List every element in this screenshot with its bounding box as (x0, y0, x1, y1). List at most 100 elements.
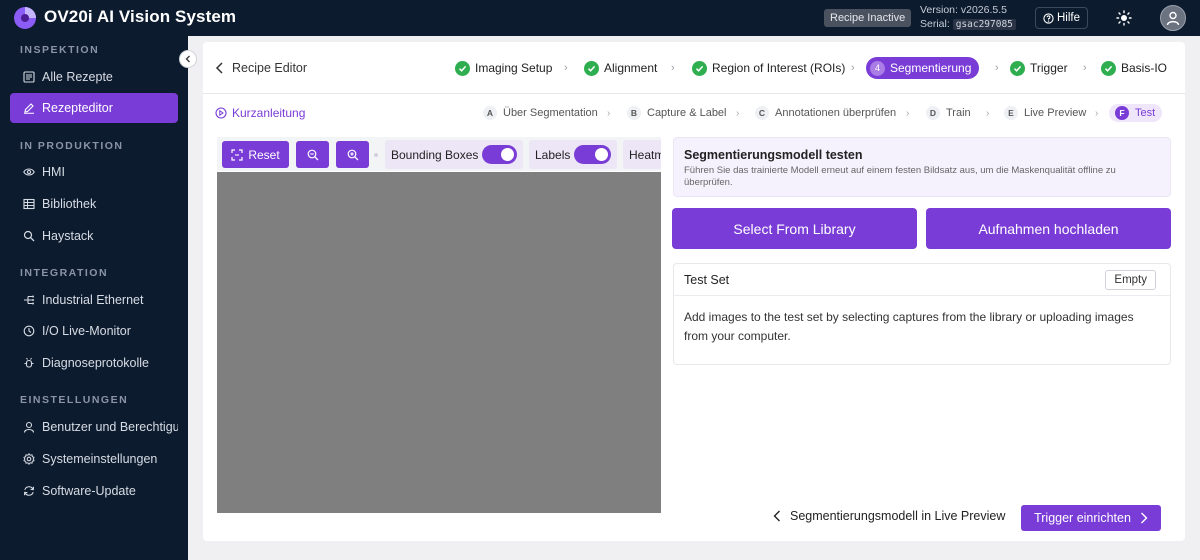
sidebar-item-io-live-monitor[interactable]: I/O Live-Monitor (10, 316, 178, 346)
step-basis-io[interactable]: Basis-IO (1101, 58, 1167, 78)
recipe-editor-back-link[interactable]: Recipe Editor (215, 61, 307, 75)
search-icon (23, 230, 35, 242)
step-label: Basis-IO (1121, 61, 1168, 75)
substep-label: Capture & Label (647, 107, 727, 119)
segmentation-subnav: Kurzanleitung A Über Segmentation › B Ca… (203, 95, 1185, 131)
chevron-right-icon: › (851, 62, 855, 74)
user-icon (23, 421, 35, 433)
edit-icon (23, 102, 35, 114)
grid-icon (23, 198, 35, 210)
step-label: Trigger (1030, 61, 1068, 75)
sidebar-item-systemeinstellungen[interactable]: Systemeinstellungen (10, 444, 178, 474)
help-icon (1043, 12, 1054, 24)
help-button[interactable]: Hilfe (1035, 7, 1088, 29)
image-viewer: Reset Bounding Boxes Labels Heatmap (217, 137, 661, 513)
step-label: Imaging Setup (475, 61, 553, 75)
step-alignment[interactable]: Alignment (584, 58, 657, 78)
image-canvas[interactable] (217, 172, 661, 513)
step-trigger[interactable]: Trigger (1010, 58, 1068, 78)
zoom-out-button[interactable] (296, 141, 329, 168)
heatmap-label: Heatmap (629, 147, 661, 162)
setup-trigger-button[interactable]: Trigger einrichten (1021, 505, 1161, 531)
step-imaging-setup[interactable]: Imaging Setup (455, 58, 552, 78)
sidebar-item-bibliothek[interactable]: Bibliothek (10, 189, 178, 219)
step-segmentierung[interactable]: 4 Segmentierung (866, 57, 980, 79)
sidebar-item-label: Haystack (42, 229, 94, 243)
section-label-inspektion: INSPEKTION (20, 44, 100, 56)
sidebar-item-hmi[interactable]: HMI (10, 157, 178, 187)
chevron-right-icon: › (1095, 108, 1099, 119)
list-icon (23, 71, 35, 83)
chevron-right-icon: › (986, 108, 990, 119)
upload-captures-button[interactable]: Aufnahmen hochladen (926, 208, 1171, 249)
substep-letter: E (1004, 106, 1018, 120)
app-title: OV20i AI Vision System (44, 7, 237, 26)
test-set-title: Test Set (684, 272, 730, 287)
toolbar-divider (374, 153, 378, 157)
select-from-library-button[interactable]: Select From Library (672, 208, 917, 249)
substep-annotationen[interactable]: C Annotationen überprüfen (755, 104, 896, 122)
substep-label: Train (946, 107, 971, 119)
chevron-right-icon: › (1083, 62, 1087, 74)
sidebar-item-software-update[interactable]: Software-Update (10, 476, 178, 506)
sun-icon (1116, 10, 1132, 26)
sidebar-collapse-button[interactable] (179, 50, 197, 68)
labels-label: Labels (535, 147, 571, 162)
step-region-of-interest[interactable]: Region of Interest (ROIs) (692, 58, 845, 78)
substep-train[interactable]: D Train (926, 104, 971, 122)
version-label: Version: v2026.5.5 (920, 4, 1007, 16)
check-icon (584, 60, 599, 76)
sidebar-item-diagnoseprotokolle[interactable]: Diagnoseprotokolle (10, 348, 178, 378)
substep-letter: B (627, 106, 641, 120)
back-to-live-preview-button[interactable]: Segmentierungsmodell in Live Preview (773, 509, 1005, 523)
sidebar-item-rezepteditor[interactable]: Rezepteditor (10, 93, 178, 123)
bounding-boxes-switch[interactable] (482, 145, 517, 164)
chevron-right-icon: › (736, 108, 740, 119)
version-info: Version: v2026.5.5 Serial: gsac297085 (920, 3, 1016, 32)
bounding-boxes-label: Bounding Boxes (391, 147, 479, 162)
sidebar-item-haystack[interactable]: Haystack (10, 221, 178, 251)
sidebar-item-benutzer[interactable]: Benutzer und Berechtigungen (10, 412, 178, 442)
check-icon (1010, 60, 1025, 76)
test-set-header: Test Set Empty (674, 264, 1170, 296)
sidebar: INSPEKTION Alle Rezepte Rezepteditor IN … (0, 36, 188, 560)
zoom-in-button[interactable] (336, 141, 369, 168)
sidebar-item-label: Alle Rezepte (42, 70, 113, 84)
theme-toggle-button[interactable] (1114, 8, 1134, 28)
substep-ueber-segmentation[interactable]: A Über Segmentation (483, 104, 598, 122)
test-set-status-badge: Empty (1105, 270, 1156, 290)
test-set-message: Add images to the test set by selecting … (684, 310, 1134, 343)
quick-guide-link[interactable]: Kurzanleitung (215, 106, 305, 120)
substep-live-preview[interactable]: E Live Preview (1004, 104, 1086, 122)
chevron-right-icon: › (995, 62, 999, 74)
network-icon (23, 294, 35, 306)
sidebar-item-label: I/O Live-Monitor (42, 324, 131, 338)
section-label-in-produktion: IN PRODUKTION (20, 140, 124, 152)
next-label: Trigger einrichten (1034, 511, 1131, 525)
top-bar: OV20i AI Vision System Recipe Inactive V… (0, 0, 1200, 36)
chevron-right-icon (1140, 512, 1148, 524)
sidebar-item-label: Diagnoseprotokolle (42, 356, 150, 370)
fit-screen-icon (231, 148, 243, 161)
chevron-left-icon (215, 62, 223, 74)
reset-button[interactable]: Reset (222, 141, 289, 168)
back-label: Recipe Editor (232, 61, 308, 75)
substep-letter: A (483, 106, 497, 120)
user-icon (1166, 11, 1180, 26)
sidebar-item-industrial-ethernet[interactable]: Industrial Ethernet (10, 285, 178, 315)
substep-test[interactable]: F Test (1109, 104, 1163, 122)
substep-capture-label[interactable]: B Capture & Label (627, 104, 727, 122)
user-avatar[interactable] (1160, 5, 1186, 31)
labels-switch[interactable] (574, 145, 611, 164)
substep-letter: C (755, 106, 769, 120)
main-card: Recipe Editor Imaging Setup › Alignment … (203, 42, 1185, 541)
sidebar-item-label: Rezepteditor (42, 101, 113, 115)
play-circle-icon (215, 107, 227, 119)
chevron-right-icon: › (564, 62, 568, 74)
zoom-out-icon (307, 149, 318, 160)
check-icon (1101, 60, 1116, 76)
zoom-in-icon (347, 149, 358, 160)
sidebar-item-alle-rezepte[interactable]: Alle Rezepte (10, 62, 178, 92)
sidebar-item-label: Bibliothek (42, 197, 97, 211)
reset-label: Reset (248, 147, 280, 162)
